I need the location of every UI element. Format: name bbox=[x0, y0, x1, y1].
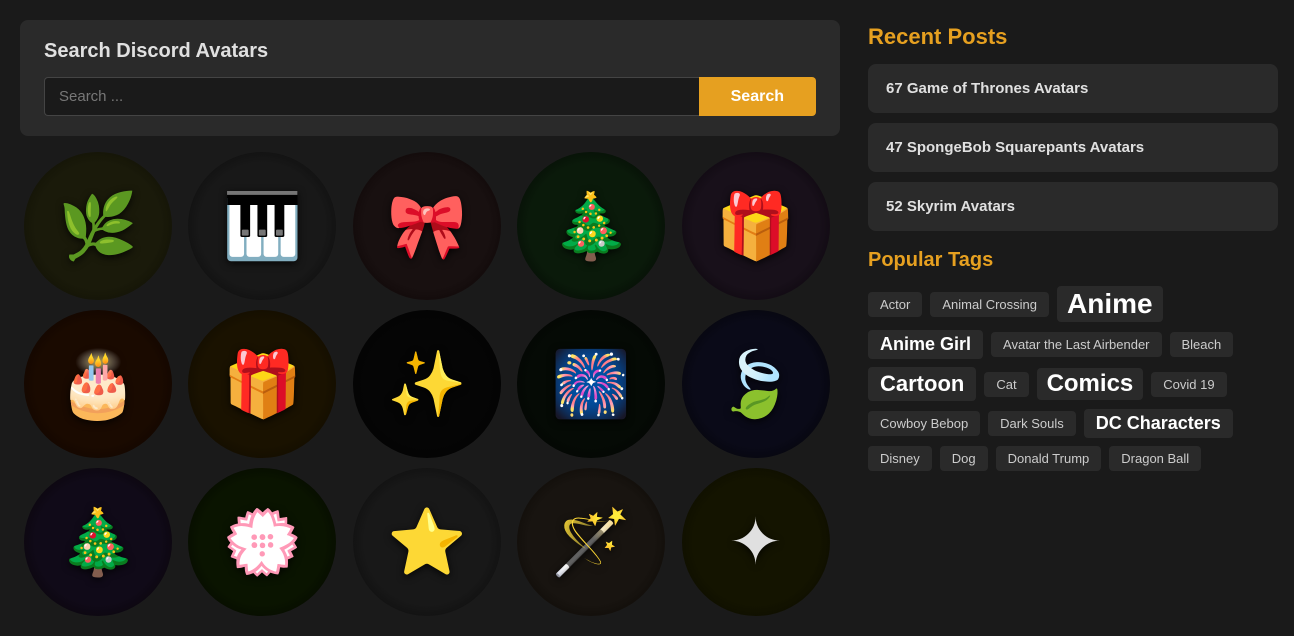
avatar-item-9[interactable]: 🎆 bbox=[517, 310, 665, 458]
tag-anime[interactable]: Anime bbox=[1057, 286, 1163, 322]
search-title: Search Discord Avatars bbox=[44, 40, 816, 63]
tag-anime-girl[interactable]: Anime Girl bbox=[868, 330, 983, 359]
tag-dark-souls[interactable]: Dark Souls bbox=[988, 411, 1076, 436]
avatar-emoji: 🎄 bbox=[551, 194, 631, 258]
avatar-grid: 🌿 🎹 🎀 🎄 🎁 🎂 🎁 ✨ 🎆 🍃 🎄 💮 ⭐ 🪄 ✦ bbox=[20, 152, 840, 616]
post-card-1[interactable]: 47 SpongeBob Squarepants Avatars bbox=[868, 123, 1278, 172]
recent-posts-title: Recent Posts bbox=[868, 16, 1278, 64]
avatar-emoji: 🎆 bbox=[551, 352, 631, 416]
avatar-item-8[interactable]: ✨ bbox=[353, 310, 501, 458]
tag-actor[interactable]: Actor bbox=[868, 292, 922, 317]
avatar-emoji: 🪄 bbox=[551, 510, 631, 574]
avatar-emoji: 🎁 bbox=[223, 352, 303, 416]
tag-bleach[interactable]: Bleach bbox=[1170, 332, 1234, 357]
search-row: Search bbox=[44, 77, 816, 116]
avatar-item-15[interactable]: ✦ bbox=[682, 468, 830, 616]
tag-dragon-ball[interactable]: Dragon Ball bbox=[1109, 446, 1201, 471]
avatar-emoji: ✨ bbox=[387, 352, 467, 416]
avatar-emoji: 🎀 bbox=[387, 194, 467, 258]
avatar-emoji: ⭐ bbox=[387, 510, 467, 574]
posts-container: 67 Game of Thrones Avatars 47 SpongeBob S… bbox=[868, 64, 1278, 241]
avatar-emoji: 🎹 bbox=[223, 194, 303, 258]
avatar-item-3[interactable]: 🎀 bbox=[353, 152, 501, 300]
tag-comics[interactable]: Comics bbox=[1037, 368, 1144, 400]
tag-donald-trump[interactable]: Donald Trump bbox=[996, 446, 1102, 471]
tag-cartoon[interactable]: Cartoon bbox=[868, 367, 976, 401]
avatar-item-7[interactable]: 🎁 bbox=[188, 310, 336, 458]
avatar-item-13[interactable]: ⭐ bbox=[353, 468, 501, 616]
post-card-2[interactable]: 52 Skyrim Avatars bbox=[868, 182, 1278, 231]
tags-container: Actor Animal Crossing Anime Anime Girl Avata… bbox=[868, 286, 1278, 471]
avatar-item-1[interactable]: 🌿 bbox=[24, 152, 172, 300]
sidebar: Recent Posts 67 Game of Thrones Avatars 4… bbox=[860, 0, 1294, 636]
avatar-item-14[interactable]: 🪄 bbox=[517, 468, 665, 616]
avatar-emoji: 🌿 bbox=[58, 194, 138, 258]
post-card-title-0: 67 Game of Thrones Avatars bbox=[886, 80, 1260, 97]
avatar-item-6[interactable]: 🎂 bbox=[24, 310, 172, 458]
avatar-item-5[interactable]: 🎁 bbox=[682, 152, 830, 300]
tag-cat[interactable]: Cat bbox=[984, 372, 1028, 397]
avatar-emoji: ✦ bbox=[729, 510, 783, 574]
search-button[interactable]: Search bbox=[699, 77, 816, 116]
avatar-emoji: 💮 bbox=[223, 510, 303, 574]
tag-animal-crossing[interactable]: Animal Crossing bbox=[930, 292, 1049, 317]
avatar-item-10[interactable]: 🍃 bbox=[682, 310, 830, 458]
search-section: Search Discord Avatars Search bbox=[20, 20, 840, 136]
avatar-item-12[interactable]: 💮 bbox=[188, 468, 336, 616]
avatar-item-2[interactable]: 🎹 bbox=[188, 152, 336, 300]
post-card-title-1: 47 SpongeBob Squarepants Avatars bbox=[886, 139, 1260, 156]
tag-cowboy-bebop[interactable]: Cowboy Bebop bbox=[868, 411, 980, 436]
main-content: Search Discord Avatars Search 🌿 🎹 🎀 🎄 🎁 🎂 🎁 ✨ 🎆 🍃… bbox=[0, 0, 860, 636]
tag-covid-19[interactable]: Covid 19 bbox=[1151, 372, 1226, 397]
avatar-emoji: 🎂 bbox=[58, 352, 138, 416]
search-input[interactable] bbox=[44, 77, 699, 116]
avatar-emoji: 🍃 bbox=[716, 352, 796, 416]
post-card-title-2: 52 Skyrim Avatars bbox=[886, 198, 1260, 215]
avatar-emoji: 🎄 bbox=[58, 510, 138, 574]
avatar-item-4[interactable]: 🎄 bbox=[517, 152, 665, 300]
post-card-0[interactable]: 67 Game of Thrones Avatars bbox=[868, 64, 1278, 113]
popular-tags-title: Popular Tags bbox=[868, 241, 1278, 286]
tag-disney[interactable]: Disney bbox=[868, 446, 932, 471]
tag-dog[interactable]: Dog bbox=[940, 446, 988, 471]
tag-dc-characters[interactable]: DC Characters bbox=[1084, 409, 1233, 438]
avatar-item-11[interactable]: 🎄 bbox=[24, 468, 172, 616]
tag-avatar-the-last-airbender[interactable]: Avatar the Last Airbender bbox=[991, 332, 1161, 357]
avatar-emoji: 🎁 bbox=[716, 194, 796, 258]
